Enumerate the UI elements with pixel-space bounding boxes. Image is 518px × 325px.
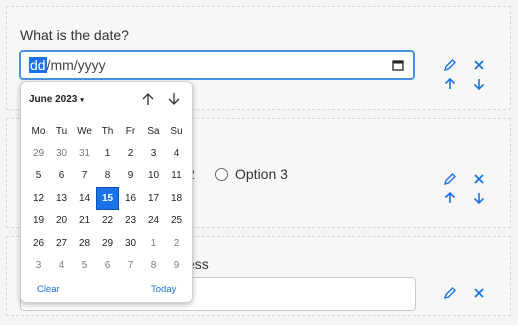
previous-month-arrow-icon[interactable] <box>141 92 155 106</box>
calendar-day[interactable]: 7 <box>73 165 96 187</box>
calendar-day[interactable]: 30 <box>50 142 73 164</box>
arrow-down-icon[interactable] <box>472 191 486 205</box>
calendar-day[interactable]: 13 <box>50 187 73 209</box>
pencil-icon[interactable] <box>443 58 457 72</box>
today-button[interactable]: Today <box>151 284 176 295</box>
calendar-day[interactable]: 2 <box>119 142 142 164</box>
weekday-header: Fr <box>125 125 136 137</box>
calendar-icon[interactable] <box>392 59 404 71</box>
pencil-icon[interactable] <box>443 286 457 300</box>
calendar-day[interactable]: 31 <box>73 142 96 164</box>
close-icon[interactable] <box>472 286 486 300</box>
calendar-day[interactable]: 27 <box>50 232 73 254</box>
month-year-label: June 2023 <box>29 94 78 105</box>
weekday-header: Th <box>101 125 114 137</box>
calendar-day[interactable]: 6 <box>50 165 73 187</box>
weekday-header: Tu <box>55 125 68 137</box>
weekday-header: Sa <box>147 125 160 137</box>
card-tools <box>441 171 491 211</box>
date-input[interactable]: dd/mm/yyyy <box>19 50 415 80</box>
arrow-up-icon[interactable] <box>443 191 457 205</box>
calendar-day[interactable]: 26 <box>27 232 50 254</box>
arrow-up-icon[interactable] <box>443 77 457 91</box>
close-icon[interactable] <box>472 172 486 186</box>
calendar-day[interactable]: 9 <box>165 254 188 276</box>
close-icon[interactable] <box>472 58 486 72</box>
calendar-day[interactable]: 1 <box>96 142 119 164</box>
calendar-day[interactable]: 8 <box>96 165 119 187</box>
pencil-icon[interactable] <box>443 172 457 186</box>
calendar-day[interactable]: 1 <box>142 232 165 254</box>
date-picker-popup: June 2023 ▾ Mo Tu We Th Fr Sa Su 29 30 31 1 2 3 4 5 6 7 8 9… <box>20 81 193 303</box>
calendar-day[interactable]: 19 <box>27 210 50 232</box>
calendar-day[interactable]: 11 <box>165 165 188 187</box>
calendar-day[interactable]: 4 <box>165 142 188 164</box>
calendar-day[interactable]: 8 <box>142 254 165 276</box>
card-tools <box>441 57 491 97</box>
calendar-day[interactable]: 22 <box>96 210 119 232</box>
calendar-day[interactable]: 29 <box>96 232 119 254</box>
clear-button[interactable]: Clear <box>37 284 60 295</box>
calendar-day[interactable]: 23 <box>119 210 142 232</box>
radio-option-3[interactable] <box>215 167 228 181</box>
date-rest-segment: /mm/yyyy <box>46 57 106 73</box>
next-month-arrow-icon[interactable] <box>167 92 181 106</box>
question-label: What is the date? <box>20 27 129 43</box>
option-3-label: Option 3 <box>235 166 288 182</box>
date-day-segment[interactable]: dd <box>29 57 47 73</box>
chevron-down-icon: ▾ <box>80 97 84 104</box>
month-year-selector[interactable]: June 2023 ▾ <box>29 94 84 105</box>
calendar-day[interactable]: 28 <box>73 232 96 254</box>
weekday-header: Su <box>170 125 183 137</box>
weekday-header: Mo <box>31 125 46 137</box>
calendar-day[interactable]: 4 <box>50 254 73 276</box>
calendar-day[interactable]: 14 <box>73 187 96 209</box>
calendar-day[interactable]: 24 <box>142 210 165 232</box>
calendar-day[interactable]: 20 <box>50 210 73 232</box>
calendar-day[interactable]: 3 <box>27 254 50 276</box>
arrow-down-icon[interactable] <box>472 77 486 91</box>
calendar-day[interactable]: 16 <box>119 187 142 209</box>
calendar-day[interactable]: 12 <box>27 187 50 209</box>
calendar-day[interactable]: 9 <box>119 165 142 187</box>
calendar-day[interactable]: 21 <box>73 210 96 232</box>
calendar-day[interactable]: 17 <box>142 187 165 209</box>
calendar-day[interactable]: 30 <box>119 232 142 254</box>
calendar-day[interactable]: 25 <box>165 210 188 232</box>
calendar-day[interactable]: 29 <box>27 142 50 164</box>
calendar-day[interactable]: 7 <box>119 254 142 276</box>
calendar-day[interactable]: 2 <box>165 232 188 254</box>
calendar-day[interactable]: 5 <box>73 254 96 276</box>
calendar-day[interactable]: 10 <box>142 165 165 187</box>
option-3[interactable]: Option 3 <box>215 166 288 182</box>
calendar-day[interactable]: 18 <box>165 187 188 209</box>
weekday-header: We <box>77 125 92 137</box>
calendar-day-selected[interactable]: 15 <box>96 187 119 210</box>
calendar-grid: Mo Tu We Th Fr Sa Su 29 30 31 1 2 3 4 5 6 7 8 9 10 11 12 13 14 1… <box>27 120 188 277</box>
calendar-day[interactable]: 3 <box>142 142 165 164</box>
card-tools <box>441 285 491 325</box>
calendar-day[interactable]: 5 <box>27 165 50 187</box>
calendar-day[interactable]: 6 <box>96 254 119 276</box>
